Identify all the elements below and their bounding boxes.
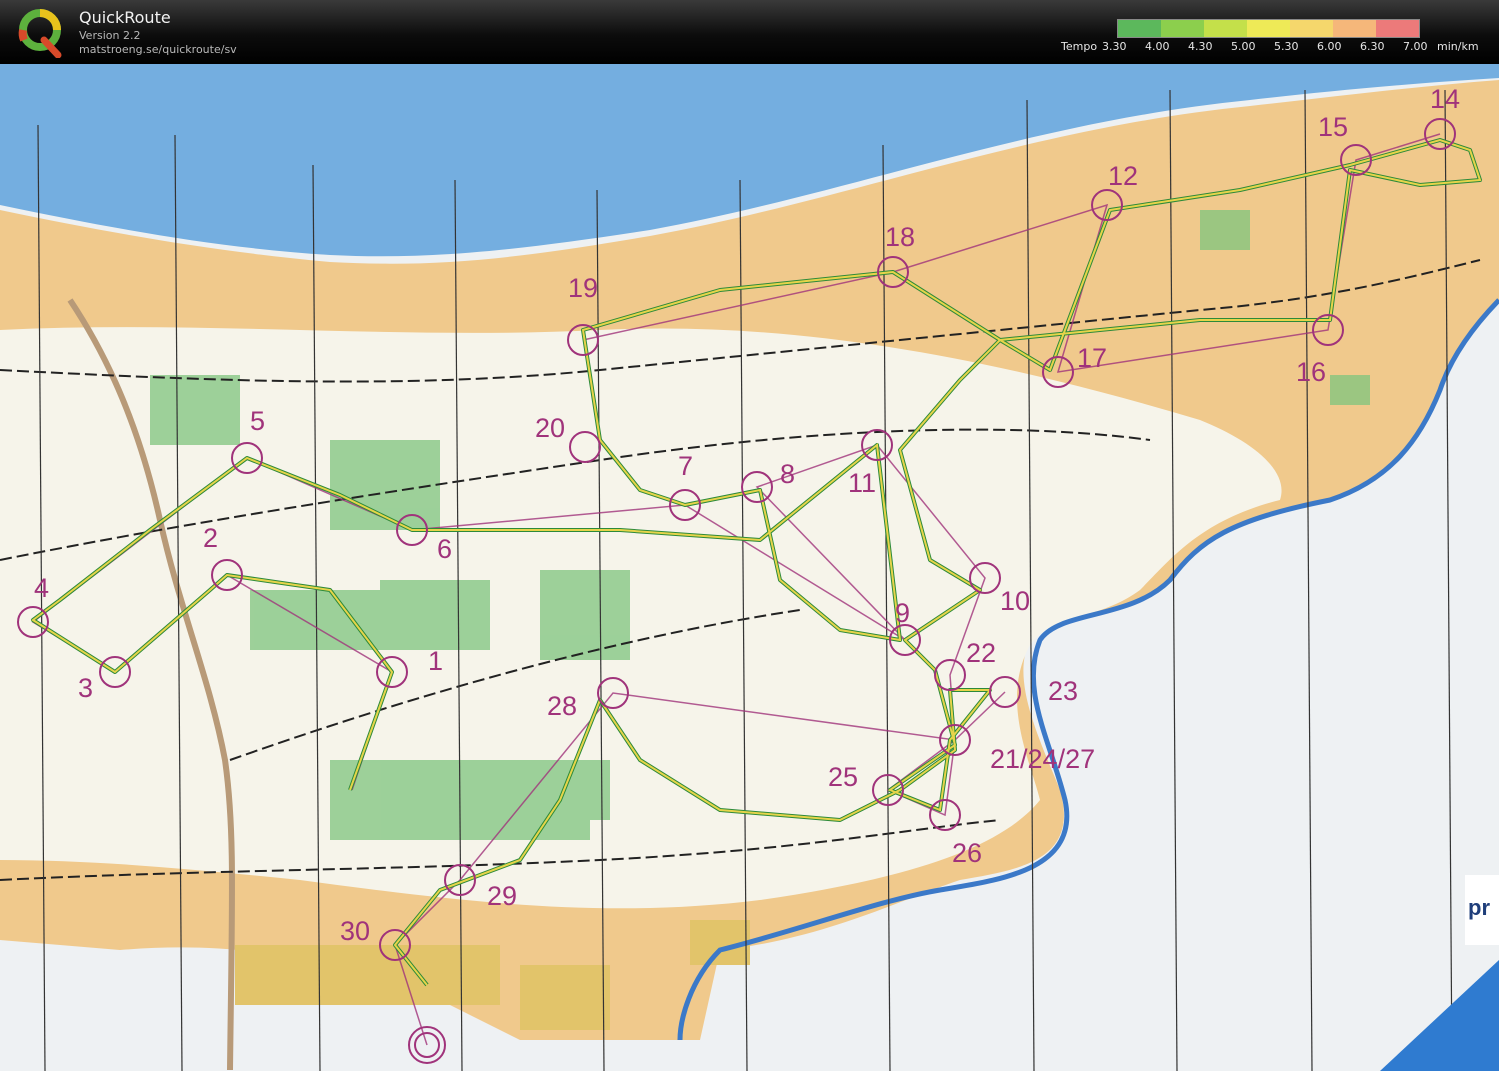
control-label-10: 10 — [1000, 586, 1030, 616]
control-label-3: 3 — [78, 673, 93, 703]
control-label-11: 11 — [848, 468, 876, 498]
orienteering-map[interactable]: 1 2 3 4 5 6 7 8 9 10 11 12 14 15 16 17 1… — [0, 64, 1499, 1071]
control-label-30: 30 — [340, 916, 370, 946]
pace-tick: 4.30 — [1188, 40, 1213, 53]
pace-tick: 5.30 — [1274, 40, 1299, 53]
control-label-1: 1 — [428, 646, 443, 676]
pace-segment — [1290, 20, 1333, 37]
pace-tick: 4.00 — [1145, 40, 1170, 53]
app-name: QuickRoute — [79, 8, 171, 27]
pace-tick: 6.30 — [1360, 40, 1385, 53]
pace-tick: 3.30 — [1102, 40, 1127, 53]
control-label-4: 4 — [34, 573, 49, 603]
pace-tick: 5.00 — [1231, 40, 1256, 53]
control-label-7: 7 — [678, 451, 693, 481]
control-label-14: 14 — [1430, 84, 1460, 114]
control-label-19: 19 — [568, 273, 598, 303]
control-label-20: 20 — [535, 413, 565, 443]
control-label-12: 12 — [1108, 161, 1138, 191]
app-header: QuickRoute Version 2.2 matstroeng.se/qui… — [0, 0, 1499, 64]
control-label-29: 29 — [487, 881, 517, 911]
control-label-17: 17 — [1077, 343, 1107, 373]
control-label-2: 2 — [203, 523, 218, 553]
control-label-21-24-27: 21/24/27 — [990, 744, 1095, 774]
pace-segment — [1247, 20, 1290, 37]
control-label-15: 15 — [1318, 112, 1348, 142]
app-version: Version 2.2 — [79, 29, 141, 42]
control-label-22: 22 — [966, 638, 996, 668]
control-label-8: 8 — [780, 459, 795, 489]
pace-legend-label: Tempo — [1061, 40, 1098, 53]
pace-color-bar — [1117, 19, 1420, 38]
control-label-18: 18 — [885, 222, 915, 252]
control-label-25: 25 — [828, 762, 858, 792]
pace-segment — [1333, 20, 1376, 37]
app-url: matstroeng.se/quickroute/sv — [79, 43, 237, 56]
pace-tick: 7.00 — [1403, 40, 1428, 53]
control-label-16: 16 — [1296, 357, 1326, 387]
pace-segment — [1118, 20, 1161, 37]
pace-segment — [1376, 20, 1419, 37]
pace-segment — [1161, 20, 1204, 37]
quickroute-logo-icon — [18, 9, 62, 58]
sponsor-text: pr — [1468, 895, 1490, 920]
control-label-26: 26 — [952, 838, 982, 868]
control-label-6: 6 — [437, 534, 452, 564]
pace-tick: 6.00 — [1317, 40, 1342, 53]
control-label-28: 28 — [547, 691, 577, 721]
pace-unit: min/km — [1437, 40, 1479, 53]
pace-segment — [1204, 20, 1247, 37]
control-label-5: 5 — [250, 406, 265, 436]
control-label-9: 9 — [895, 598, 910, 628]
control-label-23: 23 — [1048, 676, 1078, 706]
